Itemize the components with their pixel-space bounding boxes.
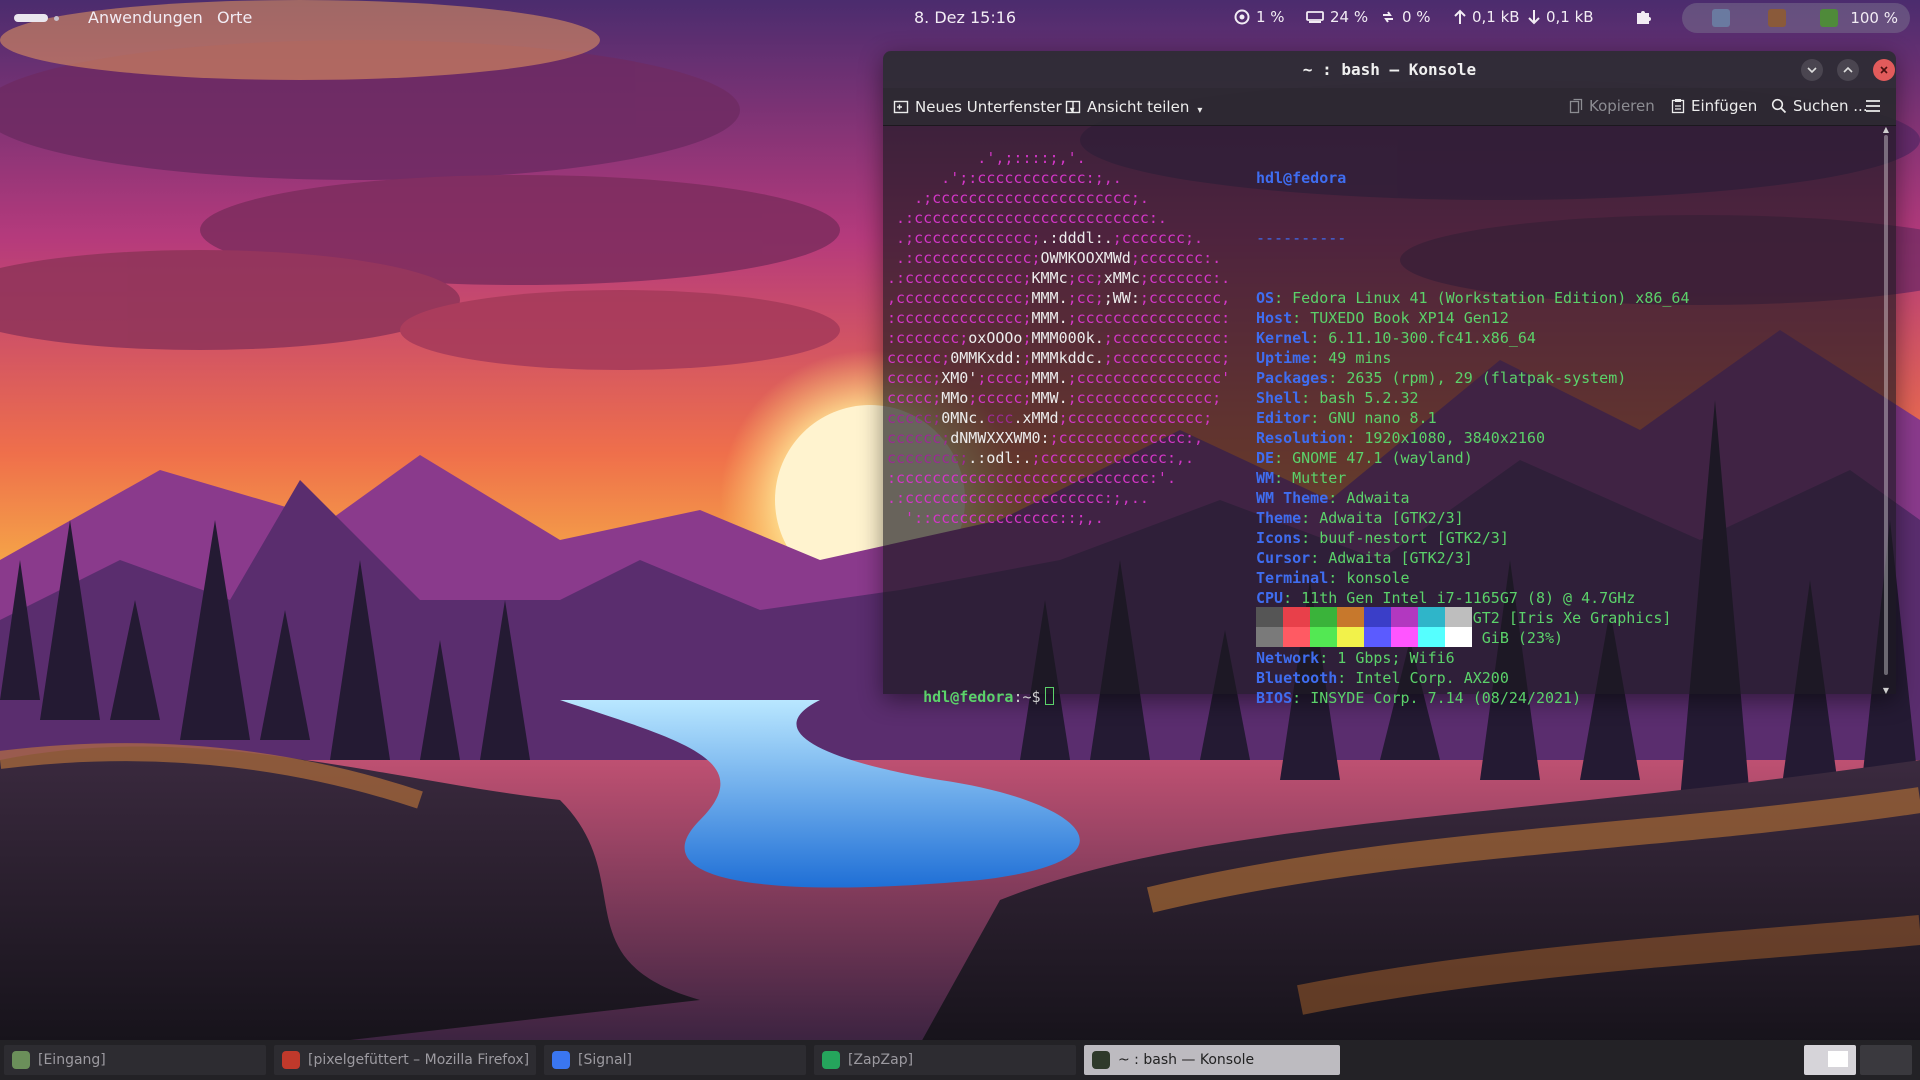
konsole-window[interactable]: ~ : bash — Konsole Neues Unterfenster ▾ …: [883, 51, 1896, 694]
memory-indicator[interactable]: 24 %: [1306, 8, 1368, 26]
maximize-button[interactable]: [1837, 59, 1859, 81]
split-view-label: Ansicht teilen: [1087, 97, 1190, 116]
new-tab-button[interactable]: Neues Unterfenster ▾: [893, 97, 1075, 116]
top-bar: Anwendungen Orte 8. Dez 15:16 1 % 24 % 0…: [0, 0, 1920, 36]
close-button[interactable]: [1873, 59, 1895, 81]
paste-label: Einfügen: [1691, 97, 1758, 115]
cpu-icon: [1234, 9, 1250, 25]
chevron-up-icon: [1843, 66, 1853, 73]
find-button[interactable]: Suchen ...: [1771, 97, 1868, 115]
swap-indicator[interactable]: 0 %: [1380, 8, 1431, 26]
cpu-indicator[interactable]: 1 %: [1234, 8, 1285, 26]
network-icon[interactable]: [1712, 9, 1730, 27]
system-tray[interactable]: 100 %: [1682, 3, 1910, 33]
konsole-toolbar: Neues Unterfenster ▾ Ansicht teilen ▾ Ko…: [883, 88, 1896, 126]
app-icon: [552, 1051, 570, 1069]
split-view-icon: [1065, 100, 1081, 113]
taskbar-item-label: [pixelgefüttert – Mozilla Firefox]: [308, 1052, 530, 1068]
swap-value: 0 %: [1402, 8, 1431, 26]
applications-menu[interactable]: Anwendungen: [88, 8, 203, 27]
paste-icon: [1671, 99, 1685, 114]
app-icon: [1092, 1051, 1110, 1069]
taskbar-item[interactable]: [Eingang]: [4, 1045, 266, 1075]
taskbar-item[interactable]: [pixelgefüttert – Mozilla Firefox]: [274, 1045, 536, 1075]
swap-icon: [1383, 11, 1393, 23]
close-icon: [1880, 66, 1888, 74]
taskbar-item[interactable]: [Signal]: [544, 1045, 806, 1075]
bottom-taskbar: [Eingang] [pixelgefüttert – Mozilla Firef…: [0, 1040, 1920, 1080]
window-titlebar[interactable]: ~ : bash — Konsole: [883, 51, 1896, 88]
activities-indicator[interactable]: [14, 14, 48, 22]
new-tab-icon: [893, 100, 909, 113]
app-icon: [282, 1051, 300, 1069]
volume-icon[interactable]: [1768, 9, 1786, 27]
new-tab-label: Neues Unterfenster: [915, 97, 1062, 116]
places-menu[interactable]: Orte: [217, 8, 252, 27]
puzzle-icon: [1637, 11, 1651, 24]
extensions-indicator[interactable]: [1634, 8, 1652, 26]
battery-icon[interactable]: [1820, 9, 1838, 27]
workspace-dot: [54, 16, 59, 21]
scroll-down-icon[interactable]: ▼: [1881, 686, 1891, 695]
battery-percent: 100 %: [1850, 9, 1898, 27]
scroll-up-icon[interactable]: ▲: [1881, 125, 1891, 134]
scroll-track[interactable]: [1884, 135, 1888, 675]
workspace-2[interactable]: [1860, 1045, 1912, 1075]
workspace-window-thumb: [1828, 1051, 1848, 1067]
memory-value: 24 %: [1330, 8, 1369, 26]
window-title: ~ : bash — Konsole: [1302, 60, 1477, 79]
net-up-indicator[interactable]: 0,1 kB: [1454, 8, 1520, 26]
cpu-value: 1 %: [1256, 8, 1285, 26]
arrow-up-icon: [1454, 9, 1466, 24]
taskbar-item-label: [Signal]: [578, 1052, 632, 1068]
taskbar-item-label: [Eingang]: [38, 1052, 106, 1068]
chevron-down-icon: [1807, 67, 1817, 74]
taskbar-item-label: ~ : bash — Konsole: [1118, 1052, 1255, 1068]
minimize-button[interactable]: [1801, 59, 1823, 81]
clock[interactable]: 8. Dez 15:16: [914, 8, 1016, 27]
hamburger-menu-icon: [1866, 100, 1880, 112]
terminal-area[interactable]: [883, 126, 1896, 694]
arrow-down-icon: [1528, 10, 1540, 25]
memory-icon: [1306, 11, 1324, 23]
paste-button[interactable]: Einfügen: [1671, 97, 1757, 115]
copy-label: Kopieren: [1589, 97, 1655, 115]
hamburger-menu-button[interactable]: [1865, 99, 1881, 113]
app-icon: [12, 1051, 30, 1069]
terminal-scrollbar[interactable]: ▲ ▼: [1881, 125, 1891, 695]
taskbar-item[interactable]: ~ : bash — Konsole: [1084, 1045, 1340, 1075]
dropdown-caret-icon: ▾: [1197, 105, 1203, 116]
taskbar-item-label: [ZapZap]: [848, 1052, 914, 1068]
search-icon: [1771, 98, 1787, 114]
find-label: Suchen ...: [1793, 97, 1868, 115]
net-up-value: 0,1 kB: [1472, 8, 1520, 26]
app-icon: [822, 1051, 840, 1069]
net-down-indicator[interactable]: 0,1 kB: [1528, 8, 1594, 26]
workspace-1[interactable]: [1804, 1045, 1856, 1075]
net-down-value: 0,1 kB: [1546, 8, 1594, 26]
copy-icon: [1569, 98, 1583, 114]
split-view-button[interactable]: Ansicht teilen ▾: [1065, 97, 1202, 116]
copy-button[interactable]: Kopieren: [1569, 97, 1655, 115]
taskbar-item[interactable]: [ZapZap]: [814, 1045, 1076, 1075]
